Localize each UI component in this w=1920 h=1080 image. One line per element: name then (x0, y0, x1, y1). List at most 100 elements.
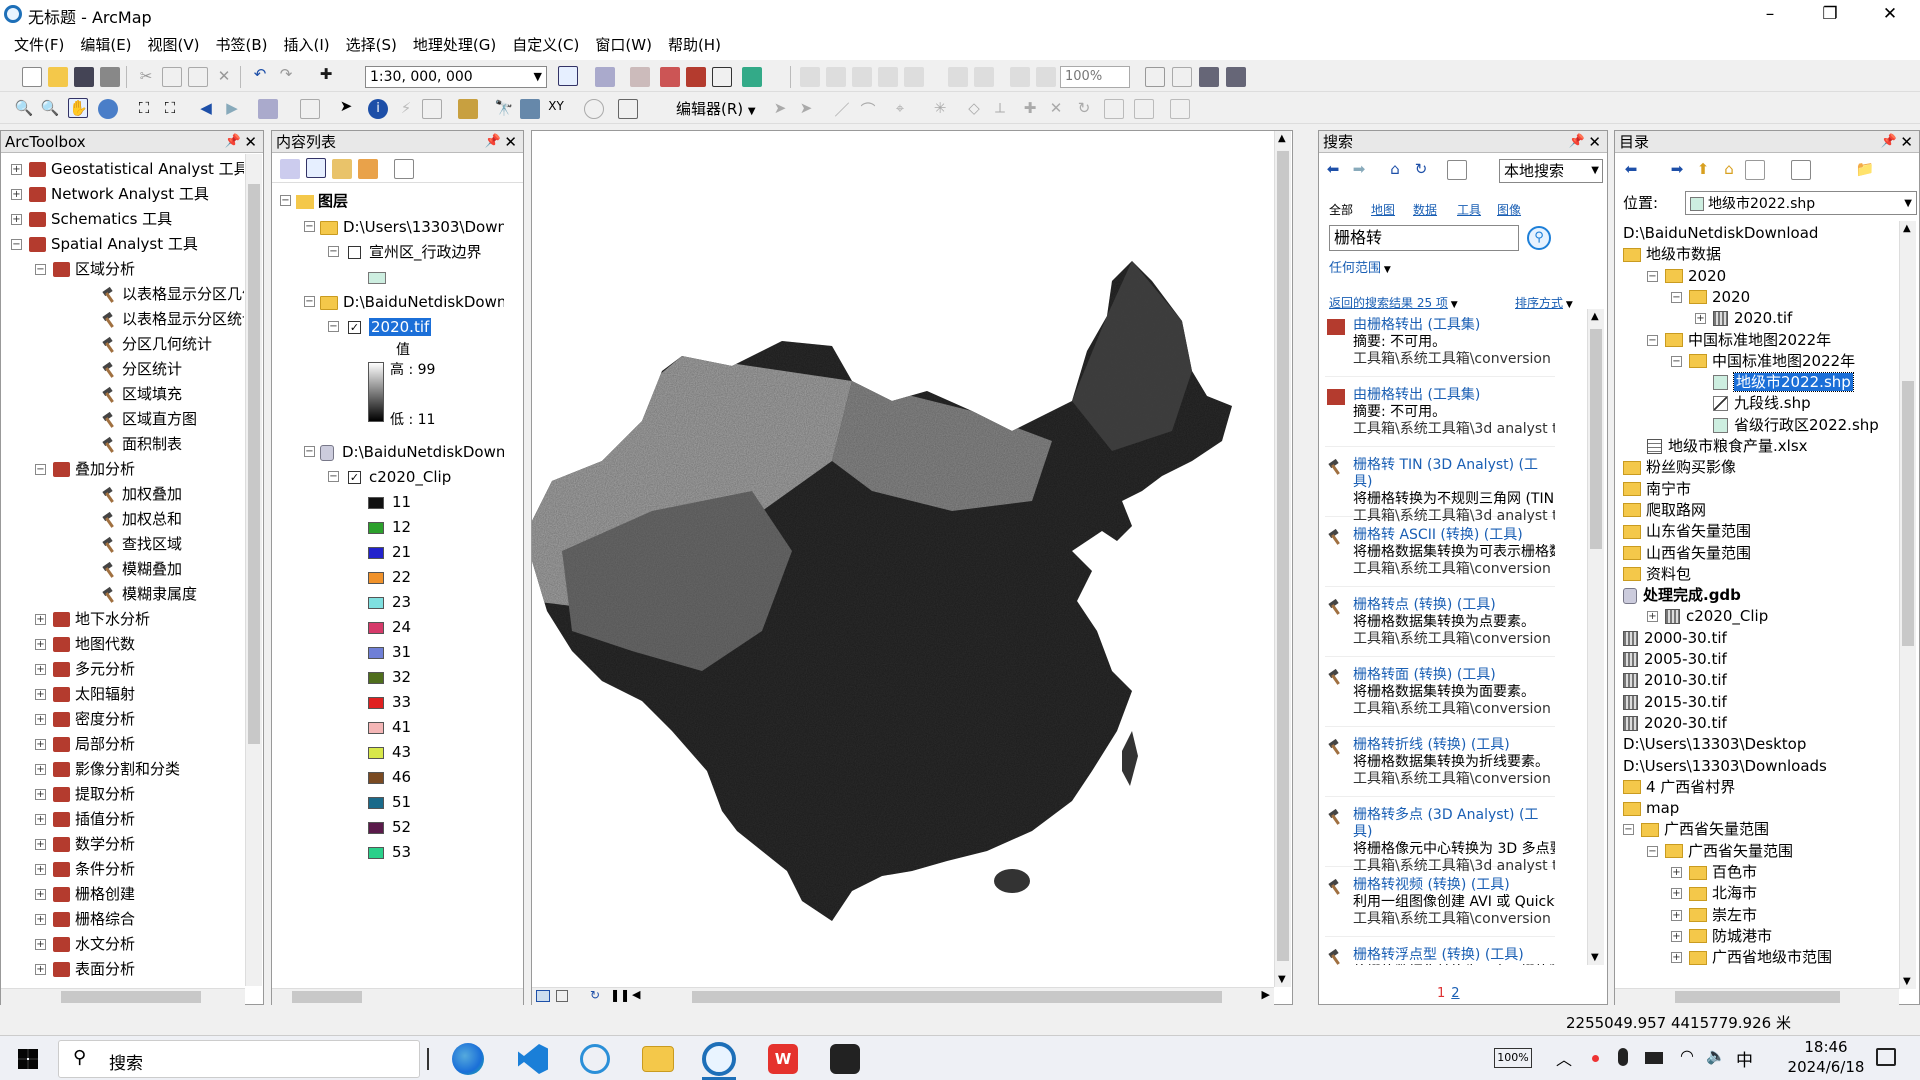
toolbox-tool[interactable]: 以表格显示分区几何 (101, 284, 244, 304)
scroll-up-icon[interactable]: ▲ (1278, 133, 1286, 144)
results-count[interactable]: 返回的搜索结果 25 项 ▼ (1329, 294, 1458, 311)
catalog-item[interactable]: 地级市粮食产量.xlsx (1647, 436, 1808, 456)
menu-item[interactable]: 文件(F) (6, 30, 72, 60)
menu-item[interactable]: 选择(S) (338, 30, 405, 60)
scroll-right-icon[interactable]: ▶ (1262, 988, 1270, 1001)
toolbox-toolset[interactable]: 多元分析 (53, 659, 135, 679)
layout-forward-icon[interactable] (1036, 67, 1056, 87)
scroll-thumb[interactable] (1277, 151, 1289, 961)
result-title[interactable]: 栅格转面 (转换) (工具) (1325, 667, 1555, 684)
menu-item[interactable]: 插入(I) (276, 30, 338, 60)
search-tab[interactable]: 图像 (1497, 201, 1521, 218)
class-color-swatch[interactable] (368, 696, 384, 709)
catalog-item[interactable]: 爬取路网 (1623, 500, 1706, 520)
up-one-level-icon[interactable]: ⬆ (1693, 160, 1713, 180)
open-folder-icon[interactable] (48, 67, 68, 87)
page-link[interactable]: 2 (1451, 986, 1459, 1001)
layout-fixed-zoom-icon[interactable] (904, 67, 924, 87)
volume-icon[interactable]: 🔈 (1706, 1046, 1726, 1065)
collapse-toggle[interactable]: − (328, 471, 339, 482)
collapse-toggle[interactable]: − (304, 296, 315, 307)
expand-toggle[interactable]: − (1671, 291, 1682, 303)
legend-class[interactable]: 51 (368, 792, 411, 812)
fixed-zoom-out-icon[interactable]: ⛶ (160, 99, 180, 119)
power-plug-icon[interactable] (1645, 1052, 1663, 1064)
toolbox-toolset[interactable]: Network Analyst 工具 (29, 184, 209, 204)
legend-class[interactable]: 52 (368, 817, 411, 837)
scroll-up-icon[interactable]: ▲ (1903, 223, 1911, 234)
legend-class[interactable]: 31 (368, 642, 411, 662)
taskbar-search-box[interactable]: ⚲ 搜索 (58, 1040, 420, 1078)
clear-selection-icon[interactable] (300, 99, 320, 119)
page-link[interactable]: 1 (1437, 986, 1445, 1001)
expand-toggle[interactable]: + (35, 714, 46, 725)
search-result[interactable]: 由栅格转出 (工具集) 摘要: 不可用。 工具箱\系统工具箱\3d analyst … (1325, 387, 1555, 447)
expand-toggle[interactable]: + (35, 814, 46, 825)
change-layout-icon[interactable] (1199, 67, 1219, 87)
scroll-thumb[interactable] (292, 991, 362, 1003)
scroll-up-icon[interactable]: ▲ (1591, 311, 1599, 322)
catalog-item[interactable]: 山东省矢量范围 (1623, 521, 1751, 541)
search-result[interactable]: 栅格转 ASCII (转换) (工具) 将栅格数据集转换为可表示栅格数... 工具箱… (1325, 527, 1555, 587)
search-tab[interactable]: 数据 (1413, 201, 1437, 218)
home-icon[interactable]: ⌂ (1385, 160, 1405, 180)
pan-hand-icon[interactable]: ✋ (68, 98, 88, 118)
class-color-swatch[interactable] (368, 596, 384, 609)
pin-icon[interactable]: 📌 (1569, 131, 1585, 153)
reshape-icon[interactable]: ⟂ (990, 99, 1010, 119)
edge-browser-icon[interactable] (452, 1043, 484, 1075)
back-arrow-icon[interactable]: ⬅ (1323, 160, 1343, 180)
wifi-icon[interactable]: ◠ (1680, 1046, 1694, 1065)
layer-checkbox[interactable] (348, 246, 361, 259)
list-by-selection-icon[interactable] (358, 159, 378, 179)
go-forward-icon[interactable]: ▶ (222, 99, 242, 119)
toolbox-tool[interactable]: 区域直方图 (101, 409, 197, 429)
expand-toggle[interactable]: + (35, 889, 46, 900)
scroll-thumb[interactable] (692, 991, 1222, 1003)
toolbox-tool[interactable]: 以表格显示分区统计 (101, 309, 244, 329)
toolbox-tool[interactable]: 模糊叠加 (101, 559, 182, 579)
expand-toggle[interactable]: + (35, 614, 46, 625)
find-route-icon[interactable] (520, 99, 540, 119)
legend-class[interactable]: 21 (368, 542, 411, 562)
result-title[interactable]: 栅格转多点 (3D Analyst) (工具) (1325, 807, 1555, 841)
legend-class[interactable]: 22 (368, 567, 411, 587)
location-select[interactable]: 地级市2022.shp ▼ (1685, 191, 1917, 215)
expand-toggle[interactable]: − (11, 239, 22, 250)
legend-class[interactable]: 43 (368, 742, 411, 762)
ime-indicator[interactable]: 中 (1736, 1046, 1753, 1071)
expand-toggle[interactable]: + (11, 214, 22, 225)
undo-icon[interactable]: ↶ (250, 65, 270, 85)
expand-toggle[interactable]: + (1671, 867, 1682, 878)
search-result[interactable]: 栅格转 TIN (3D Analyst) (工具) 将栅格转换为不规则三角网 (T… (1325, 457, 1555, 524)
zoom-percent-select[interactable]: 100% (1060, 66, 1130, 88)
split-icon[interactable]: ✕ (1046, 99, 1066, 119)
expand-toggle[interactable]: + (35, 689, 46, 700)
close-icon[interactable]: ✕ (504, 131, 517, 153)
map-vscroll[interactable]: ▲ ▼ (1274, 131, 1291, 987)
fixed-zoom-in-icon[interactable]: ⛶ (134, 99, 154, 119)
expand-toggle[interactable]: − (35, 464, 46, 475)
list-by-visibility-icon[interactable] (332, 159, 352, 179)
full-extent-globe-icon[interactable] (98, 99, 118, 119)
search-result[interactable]: 栅格转视频 (转换) (工具) 利用一组图像创建 AVI 或 Quickti...… (1325, 877, 1555, 937)
copy-icon[interactable] (162, 67, 182, 87)
scroll-thumb[interactable] (248, 184, 260, 744)
collapse-toggle[interactable]: − (328, 321, 339, 332)
catalog-vscroll[interactable]: ▲ ▼ (1899, 221, 1916, 989)
show-hidden-icons-chevron[interactable]: ︿ (1556, 1046, 1572, 1070)
catalog-item[interactable]: 中国标准地图2022年 (1689, 351, 1855, 371)
clock-date[interactable]: 2024/6/18 (1780, 1058, 1872, 1076)
catalog-item[interactable]: map (1623, 798, 1679, 818)
search-result[interactable]: 栅格转面 (转换) (工具) 将栅格数据集转换为面要素。 工具箱\系统工具箱\con… (1325, 667, 1555, 727)
toolbox-toolset[interactable]: 地下水分析 (53, 609, 150, 629)
expand-toggle[interactable]: + (35, 939, 46, 950)
scroll-down-icon[interactable]: ▼ (1278, 974, 1286, 985)
toolbox-toolset[interactable]: Spatial Analyst 工具 (29, 234, 198, 254)
pause-drawing-icon[interactable]: ❚❚ (610, 988, 630, 1002)
expand-toggle[interactable]: + (1671, 930, 1682, 942)
scroll-down-icon[interactable]: ▼ (1591, 952, 1599, 963)
add-data-icon[interactable]: ✚ (316, 65, 336, 85)
legend-class[interactable]: 33 (368, 692, 411, 712)
go-to-xy-icon[interactable]: XY (546, 99, 566, 119)
